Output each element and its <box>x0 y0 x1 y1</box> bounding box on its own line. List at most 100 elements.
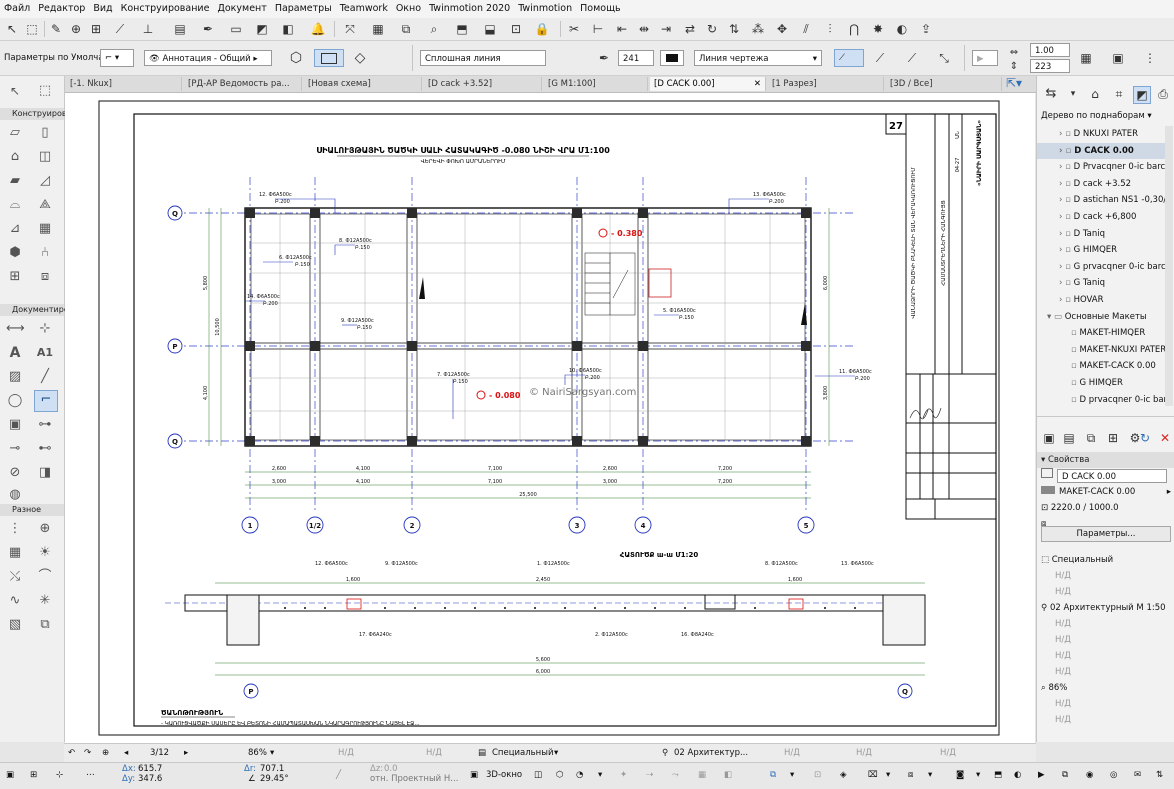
navigator-menu-icon[interactable]: ⇆ <box>1043 86 1059 102</box>
special-icon[interactable]: ▤ <box>478 745 486 761</box>
zoom-value[interactable]: 86% <box>248 745 267 761</box>
pen-color-swatch[interactable] <box>660 50 684 66</box>
dropdown-icon[interactable]: ▾ <box>928 767 932 783</box>
menu-teamwork[interactable]: Teamwork <box>336 0 392 18</box>
model-view-row[interactable]: ⚲ 02 Архитектурный М 1:50 <box>1037 600 1174 616</box>
snap-icon[interactable]: ⊹ <box>56 767 63 783</box>
nd-value[interactable]: Н/Д <box>338 745 354 761</box>
tree-item[interactable]: › ▫ D Prvacqner 0-ic barc <box>1037 159 1165 175</box>
tree-item[interactable]: ▫ MAKET-NKUXI PATER <box>1037 342 1165 358</box>
line-draw-button[interactable]: ⟋ <box>834 49 864 67</box>
menu-view[interactable]: Вид <box>89 0 116 18</box>
arrow-type-button[interactable]: ▶ <box>972 50 998 66</box>
video-icon[interactable]: ▶ <box>1038 767 1045 783</box>
vector-icon[interactable]: ⤡ <box>936 50 952 66</box>
marquee-tool-icon[interactable]: ⬚ <box>36 82 54 100</box>
section-tool-icon[interactable]: ⊸ <box>6 440 24 458</box>
zoom-in-icon[interactable]: ⊕ <box>102 745 109 761</box>
level-dim-tool-icon[interactable]: ⊹ <box>36 320 54 338</box>
lock-icon[interactable]: 🔒 <box>534 21 550 37</box>
tree-item[interactable]: › ▫ D cack +3.52 <box>1037 176 1165 192</box>
drag-icon[interactable]: ✥ <box>774 21 790 37</box>
tree-item[interactable]: › ▫ G prvacqner 0-ic barc <box>1037 259 1165 275</box>
tree-item[interactable]: › ▫ G Taniq <box>1037 275 1165 291</box>
prev-page-icon[interactable]: ◂ <box>124 745 128 761</box>
model-view-icon[interactable]: ⚲ <box>662 745 668 761</box>
align-left-icon[interactable]: ⇤ <box>614 21 630 37</box>
publish-icon[interactable]: ⇪ <box>918 21 934 37</box>
3d-window-label[interactable]: 3D-окно <box>486 767 522 783</box>
tab-d-cack-000[interactable]: [D CACK 0.00] ✕ <box>650 77 766 91</box>
copy-icon[interactable]: ⧉ <box>398 21 414 37</box>
drawing-canvas[interactable]: 27 ՎԱՆԱՁՈՐԻ ԾԱԾԿԻ ԲՆԱԿԵԼԻ ՏԱՆ ՎԵՐԱԿԱՌՈՒՑ… <box>65 93 1035 743</box>
layer-icon[interactable]: ▦ <box>370 21 386 37</box>
beam-tool-icon[interactable]: ⌂ <box>6 148 24 166</box>
mesh-tool-icon[interactable]: ⟁ <box>36 196 54 214</box>
tree-item[interactable]: › ▫ D astichan NS1 -0,30/ <box>1037 192 1165 208</box>
intersect-icon[interactable]: ⋂ <box>846 21 862 37</box>
view-cube-icon[interactable]: ▦ <box>698 767 706 783</box>
grid-icon[interactable]: ⊞ <box>30 767 37 783</box>
properties-header[interactable]: ▾ Свойства <box>1037 452 1174 468</box>
redo-icon[interactable]: ↷ <box>84 745 91 761</box>
layout-book-icon[interactable]: ◩ <box>1133 86 1151 104</box>
line-type-selector[interactable]: Сплошная линия <box>420 50 546 66</box>
walk-icon[interactable]: ✦ <box>620 767 627 783</box>
dropdown-icon[interactable]: ▾ <box>886 767 890 783</box>
bell-icon[interactable]: 🔔 <box>310 21 326 37</box>
suspend-groups-icon[interactable]: ⊡ <box>508 21 524 37</box>
picture-tool-icon[interactable]: ▧ <box>6 616 24 634</box>
change-tool-icon[interactable]: ◍ <box>6 486 24 504</box>
tab-list-icon[interactable]: ⇱▾ <box>1006 76 1022 90</box>
pen-set-icon[interactable]: ✒ <box>200 21 216 37</box>
parameters-button[interactable]: Параметры... <box>1041 526 1171 542</box>
rotated-rect-icon[interactable]: ◇ <box>352 50 368 66</box>
elevate-icon[interactable]: ⇅ <box>726 21 742 37</box>
stair-view-icon[interactable]: ⌧ <box>868 767 878 783</box>
wall-icon[interactable]: ▭ <box>228 21 244 37</box>
perspective-icon[interactable]: ◫ <box>534 767 542 783</box>
new-layout-icon[interactable]: ▣ <box>1041 430 1057 446</box>
sun-tool-icon[interactable]: ✳ <box>36 592 54 610</box>
curtain-wall-icon[interactable]: ▦ <box>36 220 54 238</box>
line-geometry-icon[interactable]: ⬡ <box>288 50 304 66</box>
grid-snap-icon[interactable]: ⊞ <box>88 21 104 37</box>
pen-number-field[interactable]: 241 <box>618 50 654 66</box>
menu-document[interactable]: Документ <box>213 0 270 18</box>
object-tool-icon[interactable]: ⑃ <box>36 244 54 262</box>
wall-tool-icon[interactable]: ▱ <box>6 124 24 142</box>
arrow-tool-icon[interactable]: ↖ <box>6 82 24 100</box>
tree-item[interactable]: › ▫ D CACK 0.00 <box>1037 142 1165 159</box>
dropdown-icon[interactable]: ▾ <box>598 767 602 783</box>
tab-d-cack-352[interactable]: [D cack +3.52] <box>424 77 542 91</box>
polyline-geometry-button[interactable]: ⌐ ▾ <box>100 49 134 67</box>
orbit-icon[interactable]: ◔ <box>576 767 583 783</box>
explore-icon[interactable]: ⇢ <box>646 767 653 783</box>
wire-icon[interactable]: ◧ <box>724 767 732 783</box>
align-center-icon[interactable]: ⇹ <box>636 21 652 37</box>
next-page-icon[interactable]: ▸ <box>184 745 188 761</box>
arc-icon[interactable]: ⟋ <box>872 50 888 66</box>
section-view-icon[interactable]: ◈ <box>840 767 847 783</box>
offset-icon[interactable]: ⫶ <box>822 21 838 37</box>
polyline-tool-icon[interactable]: ⌐ <box>34 390 58 412</box>
undo-icon[interactable]: ↶ <box>68 745 75 761</box>
render-icon[interactable]: ◐ <box>894 21 910 37</box>
zoom-row[interactable]: ⌕ 86% <box>1037 680 1174 696</box>
tree-item[interactable]: › ▫ HOVAR <box>1037 292 1165 308</box>
layout-name-field[interactable]: D CACK 0.00 <box>1057 468 1167 483</box>
menu-window[interactable]: Окно <box>392 0 425 18</box>
rotate-icon[interactable]: ↻ <box>704 21 720 37</box>
menu-help[interactable]: Помощь <box>576 0 624 18</box>
menu-file[interactable]: Файл <box>0 0 34 18</box>
tree-item[interactable]: › ▫ D cack +6,800 <box>1037 209 1165 225</box>
camera-path-icon[interactable]: ⤳ <box>672 767 679 783</box>
teamwork-icon[interactable]: ⧉ <box>1062 767 1068 783</box>
multiply-icon[interactable]: ⁂ <box>750 21 766 37</box>
dropdown-icon[interactable]: ▾ <box>554 745 558 761</box>
chevron-down-icon[interactable]: ▾ <box>1047 312 1054 322</box>
section-misc[interactable]: Разное <box>0 504 64 516</box>
zoom-dropdown-icon[interactable]: ▾ <box>270 745 274 761</box>
tree-item[interactable]: ▫ D prvacqner 0-ic barc <box>1037 392 1165 408</box>
section-document[interactable]: Документиро <box>0 304 69 316</box>
